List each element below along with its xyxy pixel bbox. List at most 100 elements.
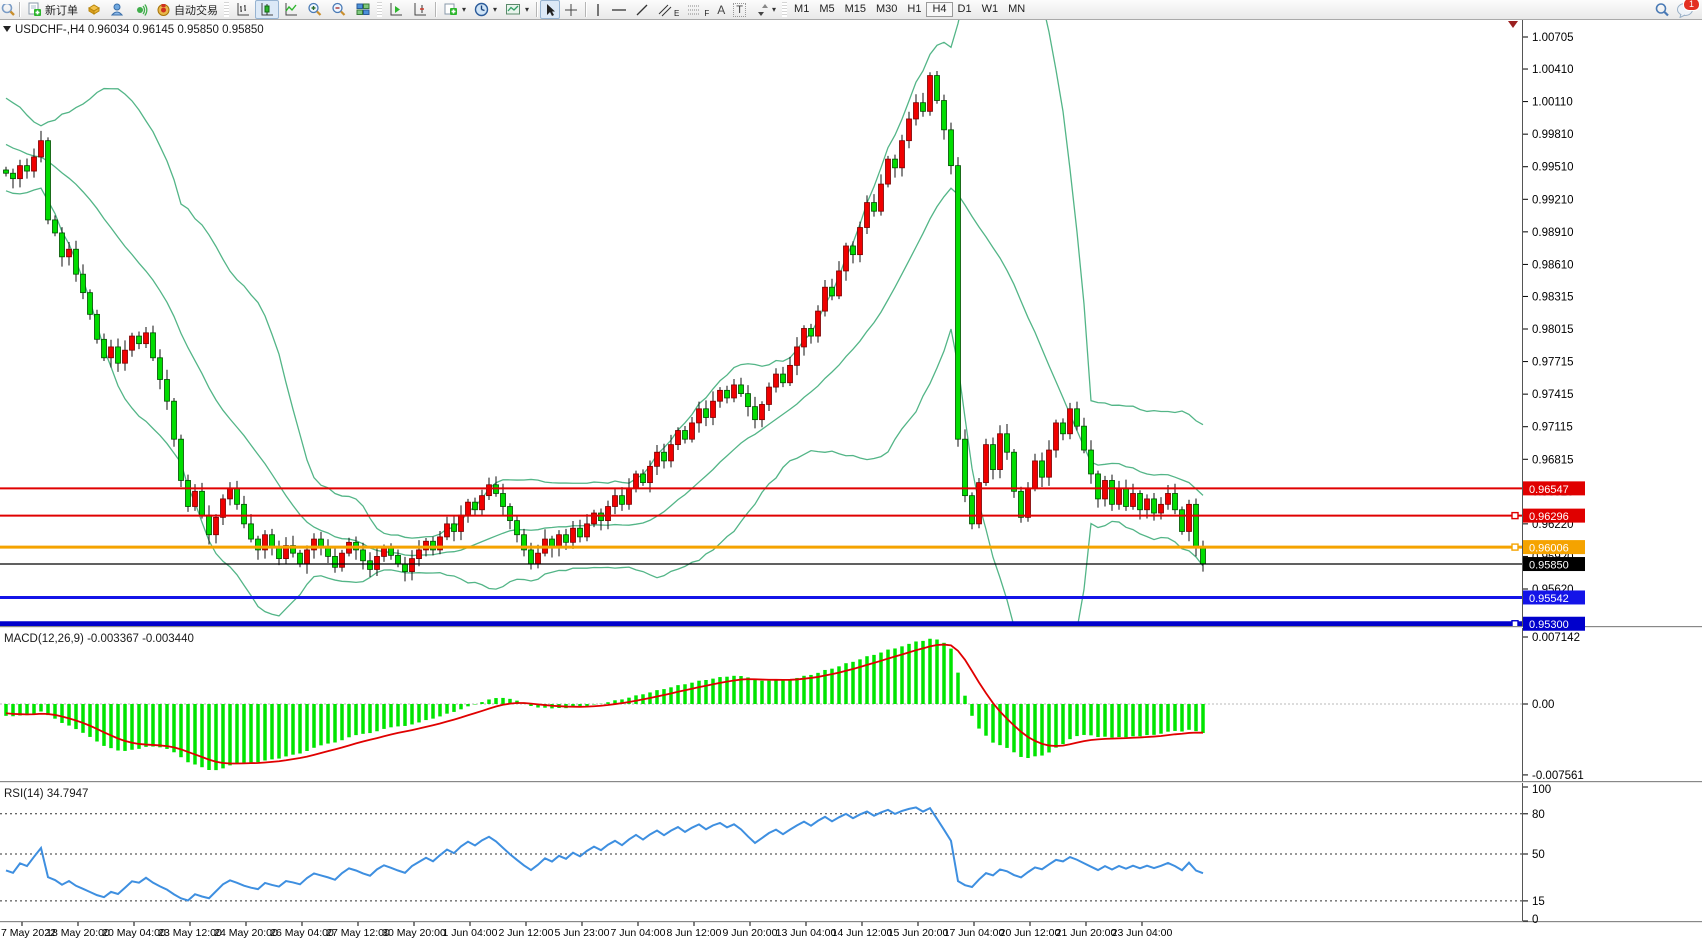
timeframe-button-d1[interactable]: D1 — [953, 2, 977, 17]
signal-button[interactable] — [129, 0, 152, 19]
hline-handle[interactable] — [1512, 544, 1518, 550]
arrows-tool-button[interactable]: ▾ — [750, 0, 780, 19]
date-label: 17 Jun 04:00 — [944, 927, 1005, 939]
date-label: 24 May 20:00 — [214, 927, 278, 939]
vline-tool-button[interactable] — [589, 0, 607, 19]
template-button[interactable]: ▾ — [501, 0, 533, 19]
hline-icon — [611, 3, 627, 17]
crosshair-tool-button[interactable] — [560, 0, 582, 19]
timeframe-button-m1[interactable]: M1 — [789, 2, 814, 17]
candlestick-button[interactable] — [255, 0, 279, 19]
candle-up — [858, 228, 863, 255]
auto-scroll-button[interactable] — [384, 0, 408, 19]
candle-up — [718, 390, 723, 401]
toolbar-separator — [435, 2, 436, 17]
chat-button[interactable]: 1 — [1676, 2, 1694, 18]
candle-up — [39, 141, 44, 157]
candle-up — [802, 328, 807, 346]
bar-chart-button[interactable] — [231, 0, 255, 19]
cursor-tool-button[interactable] — [540, 0, 560, 19]
candle-up — [1166, 493, 1171, 504]
candle-up — [375, 556, 380, 569]
search-icon[interactable] — [0, 4, 16, 16]
tile-windows-button[interactable] — [351, 0, 375, 19]
candle-up — [816, 311, 821, 336]
date-label: 2 Jun 12:00 — [499, 927, 554, 939]
account-button[interactable] — [106, 0, 129, 19]
fibonacci-tool-button[interactable]: F — [683, 0, 713, 19]
candle-down — [1124, 488, 1129, 506]
date-label: 20 May 04:00 — [102, 927, 166, 939]
candle-up — [144, 333, 149, 344]
candle-down — [11, 173, 16, 178]
channel-tool-button[interactable]: E — [653, 0, 683, 19]
hline-tool-button[interactable] — [607, 0, 631, 19]
candle-down — [1152, 499, 1157, 513]
price-tag-value: 0.95542 — [1529, 593, 1569, 605]
label-tool-button[interactable]: T — [729, 0, 750, 19]
timeframe-button-mn[interactable]: MN — [1003, 2, 1030, 17]
zoom-out-icon — [331, 2, 347, 17]
candle-down — [1019, 491, 1024, 517]
hline-handle[interactable] — [1512, 513, 1518, 519]
candle-up — [424, 541, 429, 550]
candle-down — [599, 513, 604, 521]
timeframe-button-m15[interactable]: M15 — [840, 2, 871, 17]
price-tick-label: 1.00110 — [1532, 97, 1573, 109]
date-label: 20 Jun 12:00 — [1000, 927, 1061, 939]
zoom-out-button[interactable] — [327, 0, 351, 19]
candle-down — [403, 564, 408, 572]
candle-down — [662, 452, 667, 461]
rsi-axis-label: 100 — [1532, 784, 1551, 796]
candle-up — [690, 423, 695, 439]
candle-down — [970, 496, 975, 524]
candle-down — [1096, 474, 1101, 499]
candle-up — [340, 553, 345, 567]
chart-canvas[interactable]: 1.007051.004101.001100.998100.995100.992… — [0, 0, 1702, 946]
new-order-button[interactable]: 新订单 — [23, 0, 82, 19]
chart-shift-button[interactable] — [408, 0, 432, 19]
text-tool-button[interactable]: A — [713, 0, 729, 19]
candle-down — [158, 358, 163, 380]
candle-up — [907, 119, 912, 141]
candle-down — [172, 401, 177, 439]
timeframe-button-m30[interactable]: M30 — [871, 2, 902, 17]
crosshair-icon — [564, 3, 578, 17]
candle-up — [655, 452, 660, 466]
main-toolbar: 新订单 自动交易 — [0, 0, 1702, 20]
timeframe-button-w1[interactable]: W1 — [977, 2, 1004, 17]
new-chart-button[interactable]: ▾ — [439, 0, 470, 19]
fibonacci-icon — [687, 3, 703, 17]
timeframe-button-h1[interactable]: H1 — [902, 2, 926, 17]
search-icon[interactable] — [1654, 2, 1670, 18]
gold-button[interactable] — [82, 0, 106, 19]
hline-handle[interactable] — [1512, 621, 1518, 627]
candle-down — [235, 488, 240, 504]
periods-button[interactable]: ▾ — [470, 0, 501, 19]
timeframe-button-h4[interactable]: H4 — [926, 2, 952, 17]
candle-down — [1110, 480, 1115, 504]
candle-down — [725, 390, 730, 398]
candle-up — [795, 347, 800, 365]
candle-down — [81, 274, 86, 292]
candle-down — [137, 336, 142, 344]
candle-up — [417, 550, 422, 559]
timeframe-button-m5[interactable]: M5 — [814, 2, 839, 17]
candle-up — [1117, 488, 1122, 504]
candle-down — [333, 556, 338, 567]
candle-down — [452, 524, 457, 532]
candle-up — [32, 157, 37, 171]
chevron-down-icon: ▾ — [772, 5, 776, 14]
trendline-tool-button[interactable] — [631, 0, 653, 19]
candle-down — [620, 496, 625, 505]
autotrade-button[interactable]: 自动交易 — [152, 0, 222, 19]
candle-down — [830, 287, 835, 296]
candle-up — [214, 517, 219, 534]
candle-down — [1138, 493, 1143, 509]
price-tag-value: 0.95300 — [1529, 619, 1569, 631]
macd-label: MACD(12,26,9) -0.003367 -0.003440 — [4, 633, 194, 645]
candle-up — [228, 488, 233, 499]
zoom-in-button[interactable] — [303, 0, 327, 19]
line-chart-button[interactable] — [279, 0, 303, 19]
candle-up — [1159, 504, 1164, 513]
